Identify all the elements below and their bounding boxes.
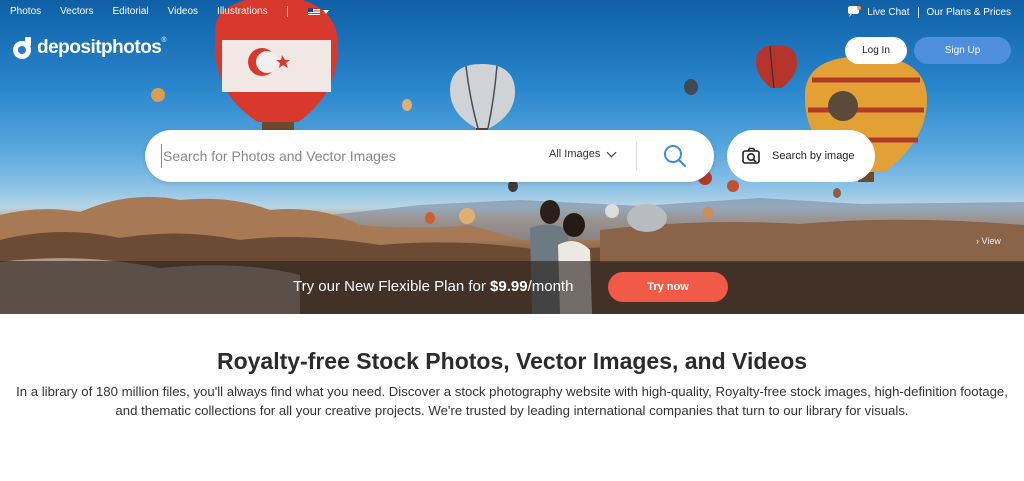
login-button[interactable]: Log In [845, 37, 907, 64]
nav-editorial[interactable]: Editorial [113, 6, 149, 17]
search-icon[interactable] [663, 144, 687, 168]
plans-prices-link[interactable]: Our Plans & Prices [927, 7, 1011, 18]
logo-text: depositphotos® [37, 37, 167, 58]
nav-vectors[interactable]: Vectors [60, 6, 93, 17]
view-photo-link[interactable]: › View [976, 236, 1001, 246]
search-by-image-label: Search by image [772, 150, 855, 162]
chat-icon[interactable] [847, 6, 862, 18]
nav-divider [286, 6, 288, 17]
logo[interactable]: depositphotos® [10, 36, 167, 60]
top-navigation: Photos Vectors Editorial Videos Illustra… [0, 0, 1024, 24]
us-flag-icon[interactable] [307, 7, 320, 16]
balloon-striped [756, 45, 797, 89]
nav-divider [917, 6, 919, 18]
caret-down-icon[interactable] [322, 9, 329, 14]
promo-text: Try our New Flexible Plan for $9.99/mont… [293, 278, 574, 295]
page-description: In a library of 180 million files, you'l… [16, 384, 1008, 418]
search-by-image-button[interactable]: Search by image [727, 130, 875, 182]
page-title: Royalty-free Stock Photos, Vector Images… [216, 348, 808, 374]
category-label: All Images [549, 148, 601, 160]
category-dropdown[interactable]: All Images [549, 147, 617, 160]
nav-photos[interactable]: Photos [10, 6, 41, 17]
depositphotos-logo-icon [13, 37, 31, 59]
nav-videos[interactable]: Videos [168, 6, 198, 17]
chevron-down-icon [606, 147, 617, 157]
camera-search-icon [742, 147, 760, 164]
search-divider [636, 142, 637, 170]
hero-banner: Photos Vectors Editorial Videos Illustra… [0, 0, 1024, 314]
signup-button[interactable]: Sign Up [914, 37, 1011, 64]
search-input[interactable] [161, 144, 521, 168]
try-now-button[interactable]: Try now [608, 272, 728, 302]
balloon-silver [450, 64, 515, 133]
search-bar: All Images [145, 130, 714, 182]
nav-illustrations[interactable]: Illustrations [217, 6, 268, 17]
live-chat-link[interactable]: Live Chat [867, 7, 909, 18]
